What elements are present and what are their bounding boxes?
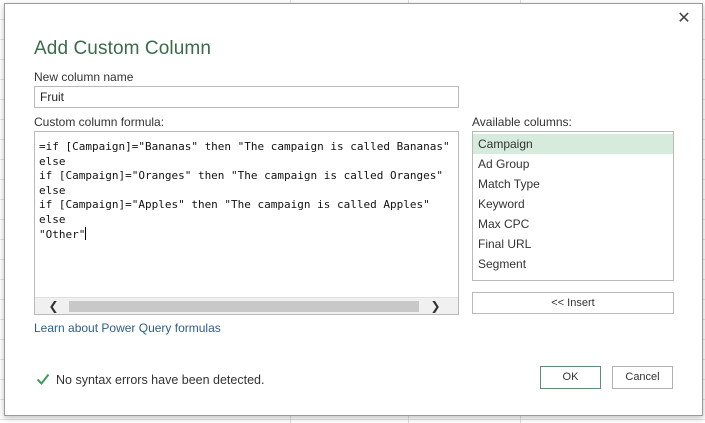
available-column-item[interactable]: Segment [473,254,673,274]
formula-line: else [39,212,66,226]
formula-line: "Other" [39,228,86,241]
formula-line: else [39,154,66,168]
close-button[interactable]: ✕ [675,10,693,28]
available-column-item[interactable]: Final URL [473,234,673,254]
available-column-item[interactable]: Ad Group [473,154,673,174]
formula-line: =if [Campaign]="Bananas" then "The campa… [39,140,450,153]
formula-text[interactable]: =if [Campaign]="Bananas" then "The campa… [39,140,454,243]
syntax-status: No syntax errors have been detected. [36,372,264,387]
available-column-item[interactable]: Keyword [473,194,673,214]
new-column-name-input[interactable] [34,86,459,108]
ok-button[interactable]: OK [540,366,601,389]
syntax-status-text: No syntax errors have been detected. [56,373,265,387]
available-column-item[interactable]: Campaign [473,134,673,154]
new-column-name-label: New column name [34,70,134,84]
scroll-right-icon[interactable]: ❯ [427,298,444,314]
scroll-left-icon[interactable]: ❮ [45,298,62,314]
available-columns-label: Available columns: [472,115,572,129]
learn-power-query-link[interactable]: Learn about Power Query formulas [34,321,221,335]
formula-line: if [Campaign]="Oranges" then "The campai… [39,169,443,182]
text-caret [85,227,87,240]
formula-editor[interactable]: =if [Campaign]="Bananas" then "The campa… [34,131,459,315]
checkmark-icon [36,373,50,386]
add-custom-column-dialog: ✕ Add Custom Column New column name Cust… [4,3,703,416]
horizontal-scrollbar[interactable]: ❮ ❯ [35,297,458,314]
custom-column-formula-label: Custom column formula: [34,115,165,129]
cancel-button[interactable]: Cancel [612,366,673,389]
available-columns-list[interactable]: Campaign Ad Group Match Type Keyword Max… [472,131,674,281]
dialog-title: Add Custom Column [34,38,211,59]
insert-button[interactable]: << Insert [472,292,674,314]
scrollbar-thumb[interactable] [69,301,419,312]
available-column-item[interactable]: Match Type [473,174,673,194]
formula-line: else [39,183,66,197]
formula-line: if [Campaign]="Apples" then "The campaig… [39,198,430,211]
available-column-item[interactable]: Max CPC [473,214,673,234]
